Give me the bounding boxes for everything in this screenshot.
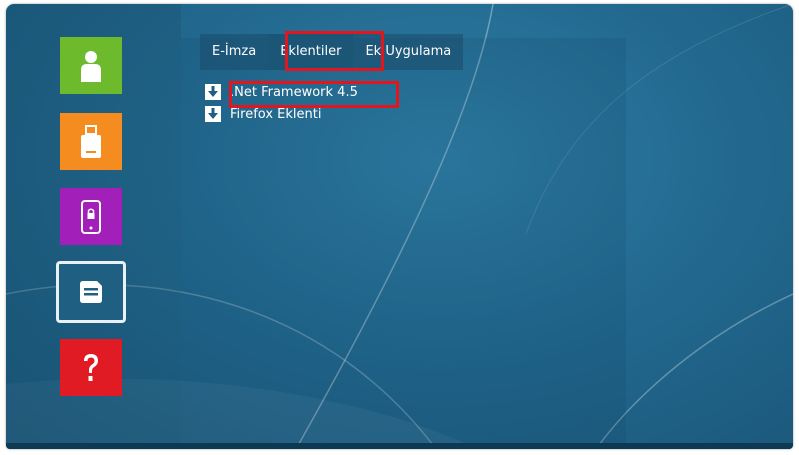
- sidebar-tile-help[interactable]: [60, 339, 122, 396]
- app-window: [6, 4, 793, 449]
- bottom-bar: [6, 443, 793, 449]
- sidebar-tile-documents[interactable]: [56, 261, 126, 323]
- mobile-lock-icon: [81, 199, 101, 234]
- download-arrow-icon: [205, 84, 221, 100]
- sidebar-tile-mobile[interactable]: [60, 188, 122, 245]
- tab-bar: E-İmza Eklentiler Ek Uygulama: [200, 34, 464, 70]
- sidebar-tile-usb[interactable]: [60, 113, 122, 170]
- document-icon: [79, 280, 103, 304]
- question-mark-icon: [81, 352, 101, 384]
- download-arrow-icon: [205, 106, 221, 122]
- tab-e-imza[interactable]: E-İmza: [200, 34, 269, 70]
- tab-ek-uygulama[interactable]: Ek Uygulama: [353, 34, 464, 70]
- sidebar-tile-person[interactable]: [60, 37, 122, 94]
- list-item-label: Firefox Eklenti: [230, 106, 322, 122]
- download-list: .Net Framework 4.5 Firefox Eklenti: [205, 81, 358, 125]
- usb-drive-icon: [80, 124, 102, 159]
- person-icon: [80, 50, 102, 82]
- tab-eklentiler[interactable]: Eklentiler: [268, 34, 354, 70]
- list-item-net-framework[interactable]: .Net Framework 4.5: [205, 81, 358, 103]
- list-item-firefox-eklenti[interactable]: Firefox Eklenti: [205, 103, 358, 125]
- list-item-label: .Net Framework 4.5: [230, 84, 358, 100]
